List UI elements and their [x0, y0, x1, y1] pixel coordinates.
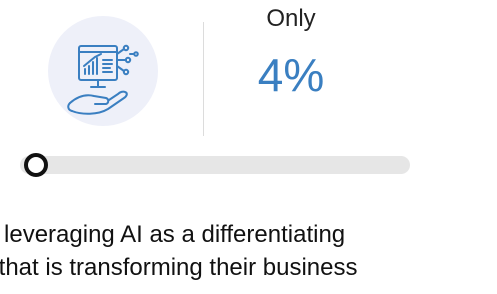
- caption-line-1: e leveraging AI as a differentiating: [0, 221, 346, 248]
- ai-analytics-hand-icon: [48, 16, 158, 126]
- stat-prefix-label: Only: [266, 5, 316, 32]
- progress-track: [20, 156, 410, 174]
- caption-line-2: r that is transforming their business: [0, 254, 358, 281]
- vertical-divider: [203, 22, 204, 136]
- progress-knob: [23, 153, 48, 177]
- stat-card: Only 4% e leveraging AI as a differentia…: [0, 0, 497, 294]
- monitor-chart-hand-icon: [67, 44, 139, 115]
- stat-percent-value: 4%: [257, 49, 325, 101]
- stat-caption: e leveraging AI as a differentiating r t…: [0, 218, 497, 284]
